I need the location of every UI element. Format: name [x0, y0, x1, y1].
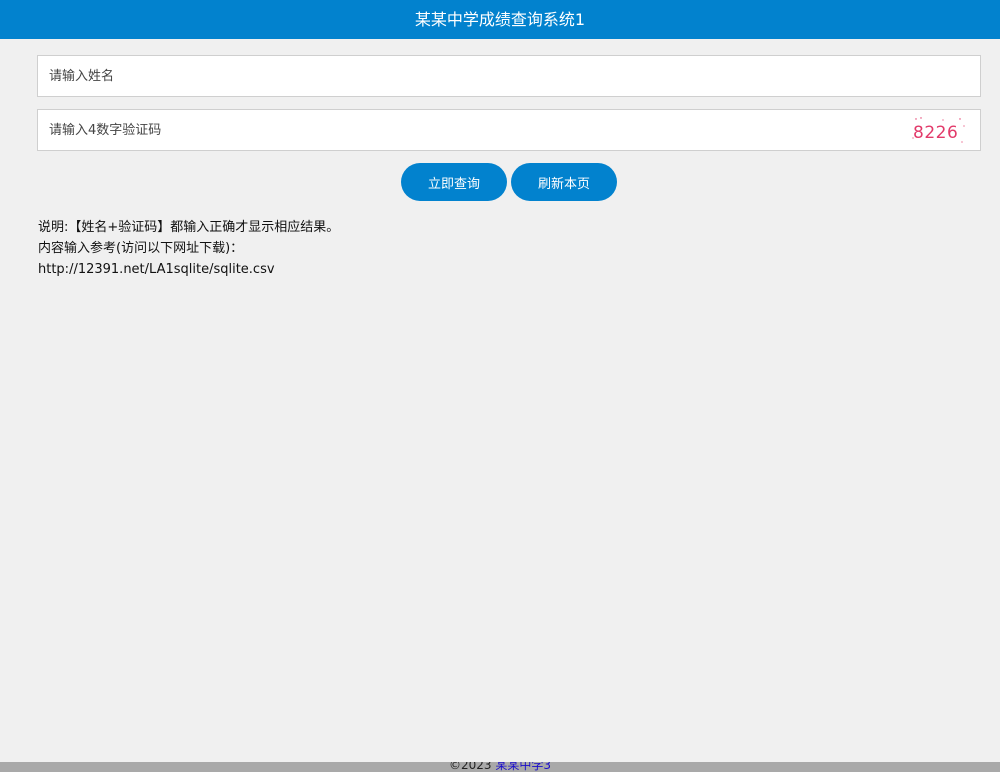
captcha-image[interactable]: 8226: [910, 116, 966, 146]
code-field-box: 8226: [37, 109, 981, 151]
footer-bar: ©2023 某某中学3: [0, 762, 1000, 772]
download-url: http://12391.net/LA1sqlite/sqlite.csv: [38, 262, 275, 277]
captcha-input[interactable]: [38, 110, 980, 150]
footer-link[interactable]: 某某中学3: [495, 762, 551, 772]
footer-copyright: ©2023: [448, 762, 492, 772]
refresh-button[interactable]: 刷新本页: [511, 163, 617, 201]
page: 某某中学成绩查询系统1 8226 立即查询 刷新本页 说明:【姓名: [0, 0, 1000, 772]
instructions: 说明:【姓名+验证码】都输入正确才显示相应结果。 内容输入参考(访问以下网址下载…: [38, 217, 638, 280]
header-bar: 某某中学成绩查询系统1: [0, 0, 1000, 39]
captcha-text: 8226: [913, 123, 958, 143]
name-field-box: [37, 55, 981, 97]
page-title: 某某中学成绩查询系统1: [414, 10, 586, 29]
captcha-graphic: 8226: [912, 117, 965, 143]
query-button[interactable]: 立即查询: [401, 163, 507, 201]
instruction-line-1: 说明:【姓名+验证码】都输入正确才显示相应结果。: [38, 220, 340, 235]
instruction-line-2: 内容输入参考(访问以下网址下载)：: [38, 241, 244, 256]
name-input[interactable]: [38, 56, 980, 96]
